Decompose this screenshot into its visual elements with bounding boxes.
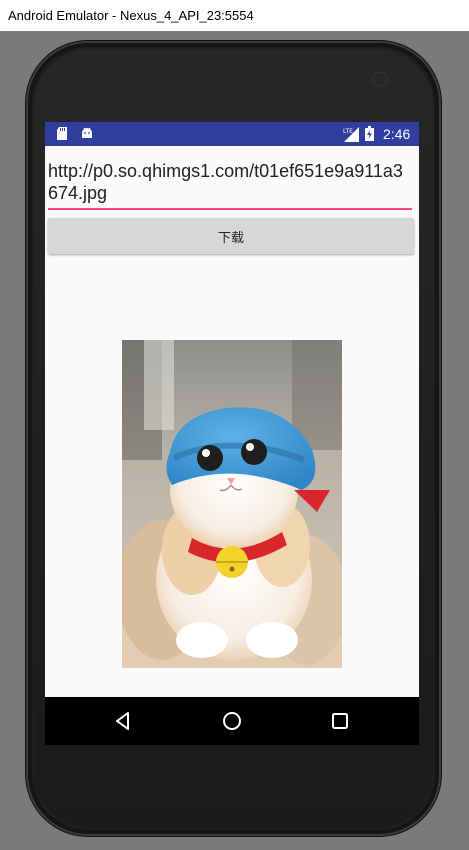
window-title: Android Emulator - Nexus_4_API_23:5554 <box>0 0 469 31</box>
sd-card-icon <box>57 127 67 140</box>
lte-signal-icon: LTE <box>343 127 359 142</box>
android-icon <box>82 127 92 138</box>
url-input[interactable]: http://p0.so.qhimgs1.com/t01ef651e9a911a… <box>48 160 412 210</box>
back-icon[interactable] <box>111 709 135 733</box>
recents-icon[interactable] <box>328 709 352 733</box>
speaker-grille <box>96 76 122 86</box>
battery-charging-icon <box>365 126 374 141</box>
status-bar: LTE 2:46 <box>45 122 419 146</box>
lte-label: LTE <box>343 128 353 135</box>
home-icon[interactable] <box>220 709 244 733</box>
front-camera <box>372 71 388 87</box>
download-button[interactable]: 下载 <box>48 218 414 254</box>
navigation-bar <box>45 697 419 745</box>
downloaded-cat-image <box>122 340 342 668</box>
device-screen: LTE 2:46 http://p0.so.qhimgs1.com/t01ef6… <box>45 122 419 745</box>
status-time: 2:46 <box>383 126 411 142</box>
